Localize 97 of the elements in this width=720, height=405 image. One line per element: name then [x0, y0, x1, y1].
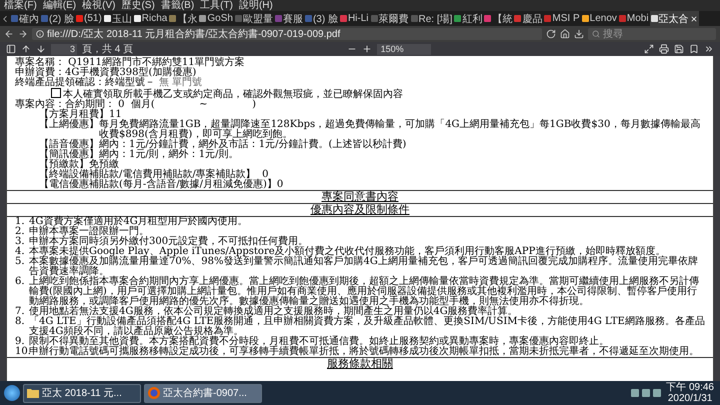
print-icon[interactable] [659, 44, 669, 54]
bookmark-icon[interactable] [689, 44, 699, 54]
checkbox-label: 本人確實領取所載手機乙支或約定商品，確認外觀無瑕疵，並已瞭解保固內容 [63, 89, 403, 100]
browser-tab[interactable]: Mobi [618, 11, 650, 26]
zoom-select[interactable]: 150% [376, 44, 431, 54]
browser-tab[interactable]: 萊爾費 [370, 11, 410, 26]
benefit-title: 【上網優惠】 [39, 120, 99, 132]
browser-tab[interactable]: 歐盟量 [234, 11, 274, 26]
menu-item[interactable]: 歷史(S) [121, 0, 155, 11]
term-text: 使用地點若無法支援4G服務，依本公司規定轉換成適用之支援服務時，期間產生之用量仍以4G服務費率計算。 [29, 307, 518, 317]
browser-tab[interactable]: 亞太合 [650, 11, 699, 26]
browser-tab[interactable]: 【統 [483, 11, 514, 26]
address-field[interactable]: file:///D:/亞太 2018-11 元月租合約書/亞太合約書-0907-019-009.pdf [32, 28, 542, 40]
term-text: 申辦本方案同時須另外繳付300元設定費，不可抵扣任何費用。 [29, 237, 308, 247]
benefit-title: 【電信優惠補貼款(每月-含語音/數據/月租減免優惠)】 [39, 180, 277, 190]
field-value: 終端型號－ [105, 77, 155, 88]
term-number: 10. [15, 347, 29, 357]
browser-tab[interactable]: Re: [場] [410, 11, 454, 26]
browser-tab[interactable]: 賽服 [274, 11, 304, 26]
term-number: 1. [15, 217, 26, 227]
benefit-title: 【語音優惠】 [39, 140, 99, 150]
menu-item[interactable]: 說明(H) [238, 0, 273, 11]
close-icon[interactable] [690, 14, 698, 22]
download-icon[interactable] [574, 29, 584, 39]
field-value: 4G手機資費398型(加購優惠) [65, 67, 196, 78]
forward-icon[interactable] [18, 29, 28, 39]
term-text: 本專案未提供Google Play、Apple iTunes/Appstore及小額付費之代收代付服務功能，客戶須利用行動客服APP進行預繳，始即時釋放額度。 [29, 247, 666, 257]
next-page-icon[interactable] [36, 44, 46, 54]
term-text: 限制不得異動至其他資費。本方案搭配資費不分時段，月租費不可抵通信費。如終止服務契約或異動專案時，專案優惠內容即終止。 [29, 337, 609, 347]
term-text: 上網吃到飽係指本專案合約期間內方享上網優惠。當上網吃到飽優惠到期後，超額之上網傳輸量依當時資費規定為準。當期可繼續使用上網服務不另計傳輸費(限國內上網)，用戶可選擇加購上網計量包。惟用戶如有商業使用、應用於伺服器設備提供服務或其他複利濫用時，本公司得限制、暫停客戶使用行動網路服務，或調降客戶使用網路的優先次序。數據優惠傳輸量之贈送如遇使用之手機為功能型手機，則無法使用亦不得折現。 [29, 277, 700, 307]
field-value: Q1911網路門市不綁約雙11單門號方案 [68, 57, 245, 68]
browser-tab[interactable]: 玉山 [102, 11, 133, 26]
benefit-text: 0 [276, 180, 284, 190]
benefit-title: 【預繳款】 [39, 160, 89, 170]
tools-icon[interactable] [704, 44, 714, 54]
field-label: 專案名稱： [15, 57, 65, 68]
term-text: 4G資費方案僅適用於4G月租型用戶於國內使用。 [29, 217, 248, 227]
benefit-title: 【終端設備補貼款/電信費用補貼款/專案補貼款】 [39, 170, 256, 180]
term-number: 3. [15, 237, 26, 247]
benefit-text: 免預繳 [89, 160, 119, 170]
browser-tab[interactable]: 慶品 [513, 11, 544, 26]
contract-period: 專案內容：合約期間： 0 個月( ~ ) [15, 99, 256, 110]
term-text: 本案數據優惠及加購流量用量達70%、98%發送到量警示簡訊通知客戶加購4G上網用量補充包，客戶可透過簡訊回覆完成加購程序。流量使用完畢依牌告資費速率調降。 [29, 257, 698, 277]
clock[interactable]: 下午 09:46 2020/1/31 [664, 382, 716, 404]
menu-item[interactable]: 書籤(B) [160, 0, 194, 11]
benefit-text: 0 [262, 170, 268, 180]
page-number-field[interactable]: 3 [51, 44, 77, 54]
term-number: 5. [15, 257, 26, 269]
term-number: 2. [15, 227, 26, 237]
benefit-text: 11 [109, 110, 122, 120]
term-text: 「4G LTE」行動設備產品須搭配4G LTE服務開通，且申辦相關資費方案，及升級產品軟體、更換SIM/USIM卡後，方能使用4G LTE網路服務。各產品支援4G頻段不同，請以產品原廠公告規格為準。 [29, 317, 705, 337]
term-number: 8. [15, 317, 26, 329]
browser-tab[interactable]: GoSh [198, 11, 234, 26]
menu-item[interactable]: 檢視(V) [82, 0, 116, 11]
term-text: 申辦本專案一證限辦一門。 [29, 227, 149, 237]
section-heading: 服務條款相關 [327, 357, 393, 370]
page-count: 頁，共 4 頁 [82, 42, 134, 56]
sidebar-icon[interactable] [6, 44, 16, 54]
term-number: 6. [15, 277, 26, 289]
browser-tab[interactable]: MSI P [543, 11, 581, 26]
field-note: 無 單門號 [159, 77, 202, 88]
field-label: 申辦資費： [15, 67, 65, 78]
zoom-in-icon[interactable] [362, 44, 372, 54]
browser-tab[interactable]: (3) 臉 [304, 11, 339, 26]
folder-icon [27, 388, 39, 398]
back-icon[interactable] [4, 29, 14, 39]
term-number: 9. [15, 337, 25, 347]
previous-page-icon[interactable] [21, 44, 31, 54]
browser-tab[interactable]: 【永 [168, 11, 198, 26]
save-icon[interactable] [674, 44, 684, 54]
browser-tab[interactable]: Lenov [580, 11, 618, 26]
browser-tab[interactable]: (51) [75, 11, 103, 26]
fullscreen-icon[interactable] [644, 44, 654, 54]
info-icon [36, 30, 44, 38]
term-text: 申辦行動電話號碼可攜服務移轉設定成功後，可享移轉手續費帳單折抵，將於號碼轉移成功後次期帳單扣抵，當期未折抵完畢者，不得遞延至次期使用。 [29, 347, 699, 357]
benefit-text: 每月免費網路流量1GB，超量調降速至128Kbps，超過免費傳輸量，可加購「4G上網用量補充包」每1GB收費$30，每月數據傳輸最高收費$898(含月租費)，即可享上網吃到飽。 [99, 120, 702, 140]
benefit-text: 網內：1元/則，網外：1元/則。 [99, 150, 238, 160]
reload-icon[interactable] [546, 29, 556, 39]
home-icon[interactable] [560, 29, 570, 39]
start-button[interactable] [4, 385, 20, 401]
menu-item[interactable]: 編輯(E) [42, 0, 76, 11]
browser-tab[interactable]: Richa [132, 11, 168, 26]
field-label: 終端產品提領確認： [15, 77, 105, 88]
term-number: 4. [15, 247, 26, 257]
browser-tab[interactable]: (2) 臉 [40, 11, 75, 26]
browser-tab[interactable]: 確內 [10, 11, 40, 26]
term-number: 7. [15, 307, 26, 317]
browser-tab[interactable]: Hi-Li [338, 11, 370, 26]
benefit-title: 【方案月租費】 [39, 110, 109, 120]
menu-item[interactable]: 工具(T) [200, 0, 233, 11]
checkbox[interactable] [51, 88, 61, 98]
search-icon [592, 30, 600, 38]
browser-tab[interactable]: 紅利 [453, 11, 484, 26]
benefit-title: 【簡訊優惠】 [39, 150, 99, 160]
taskbar-window[interactable]: 亞太合約書-0907... [144, 384, 262, 402]
taskbar-window[interactable]: 亞太 2018-11 元... [23, 384, 141, 402]
benefit-text: 網內：1元/分鐘計費，網外及市話：1元/分鐘計費。(上述皆以秒計費) [99, 140, 406, 150]
